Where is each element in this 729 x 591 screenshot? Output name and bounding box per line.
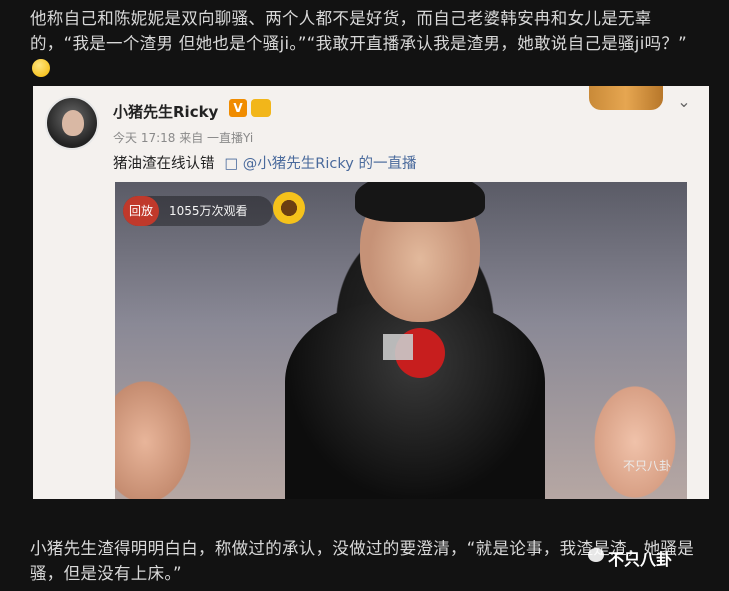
article-paragraph-top: 他称自己和陈妮妮是双向聊骚、两个人都不是好货，而自己老婆韩安冉和女儿是无辜的，“… (30, 6, 702, 81)
post-text: 猪油渣在线认错 □ @小猪先生Ricky 的一直播 (113, 152, 416, 173)
video-subject-hair (355, 182, 485, 222)
avatar[interactable] (45, 96, 99, 150)
post-username[interactable]: 小猪先生Ricky (113, 101, 218, 122)
sunflower-icon (273, 192, 305, 224)
live-link[interactable]: □ @小猪先生Ricky 的一直播 (225, 156, 417, 172)
view-count: 1055万次观看 (169, 204, 248, 218)
article-paragraph-bottom: 小猪先生渣得明明白白，称做过的承认，没做过的要澄清，“就是论事，我渣是渣，她骚是… (30, 536, 702, 586)
post-body: 猪油渣在线认错 (113, 156, 215, 172)
video-watermark: 不只八卦 (623, 459, 672, 473)
medal-icon (251, 99, 271, 117)
post-meta: 今天 17:18 来自 一直播Yi (113, 131, 254, 145)
replay-badge[interactable]: 回放 (123, 196, 159, 226)
wechat-icon (588, 548, 604, 562)
laughing-emoji-icon (32, 59, 50, 77)
video-player[interactable]: 回放 1055万次观看 不只八卦 (115, 182, 687, 499)
top-paragraph-text: 他称自己和陈妮妮是双向聊骚、两个人都不是好货，而自己老婆韩安冉和女儿是无辜的，“… (30, 9, 688, 53)
weibo-post-screenshot: 小猪先生Ricky V ⌄ 今天 17:18 来自 一直播Yi 猪油渣在线认错 □… (33, 86, 709, 499)
verified-badge-icon: V (229, 99, 247, 117)
blur-overlay (383, 334, 413, 360)
avatar-face (62, 110, 84, 136)
page-watermark: 不只八卦 (608, 550, 673, 569)
chevron-down-icon[interactable]: ⌄ (674, 92, 694, 112)
decorative-badge (589, 86, 663, 110)
